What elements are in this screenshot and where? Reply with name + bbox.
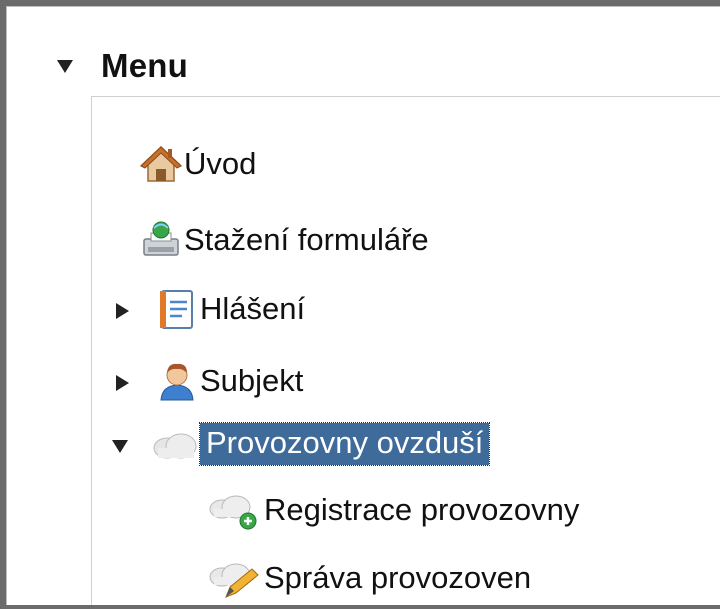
cloud-add-icon xyxy=(204,489,262,531)
expand-arrow-icon[interactable] xyxy=(116,303,129,319)
tree-item-subjekt[interactable]: Subjekt xyxy=(156,360,303,402)
tree-item-uvod[interactable]: Úvod xyxy=(140,143,256,185)
tree-item-registrace-provozovny[interactable]: Registrace provozovny xyxy=(204,489,579,531)
tree-item-label: Úvod xyxy=(184,146,257,181)
tree-item-label-selected: Provozovny ovzduší xyxy=(198,422,491,466)
cloud-edit-icon xyxy=(204,557,262,599)
tree-item-provozovny-ovzdusi[interactable]: Provozovny ovzduší xyxy=(150,422,491,466)
tree-item-label: Hlášení xyxy=(200,291,306,326)
expand-arrow-icon[interactable] xyxy=(116,375,129,391)
menu-panel: Menu Úvod Stažení formuláře Hlášení Subj… xyxy=(6,6,720,605)
tree-item-hlaseni[interactable]: Hlášení xyxy=(156,288,305,330)
printer-download-icon xyxy=(140,219,182,261)
tree-item-stazeni-formulare[interactable]: Stažení formuláře xyxy=(140,219,429,261)
tree-item-label: Správa provozoven xyxy=(264,560,532,595)
menu-tree: Úvod Stažení formuláře Hlášení Subjekt P… xyxy=(91,96,720,605)
home-icon xyxy=(140,143,182,185)
tree-item-label: Stažení formuláře xyxy=(184,222,429,257)
collapse-arrow-icon[interactable] xyxy=(112,440,128,453)
notebook-icon xyxy=(156,288,198,330)
user-icon xyxy=(156,360,198,402)
menu-title: Menu xyxy=(101,47,188,84)
tree-item-label: Subjekt xyxy=(200,363,304,398)
cloud-icon xyxy=(150,423,198,465)
collapse-caret-icon[interactable] xyxy=(57,59,73,73)
tree-item-label: Registrace provozovny xyxy=(264,492,580,527)
tree-item-sprava-provozoven[interactable]: Správa provozoven xyxy=(204,557,531,599)
menu-header[interactable]: Menu xyxy=(57,41,188,91)
